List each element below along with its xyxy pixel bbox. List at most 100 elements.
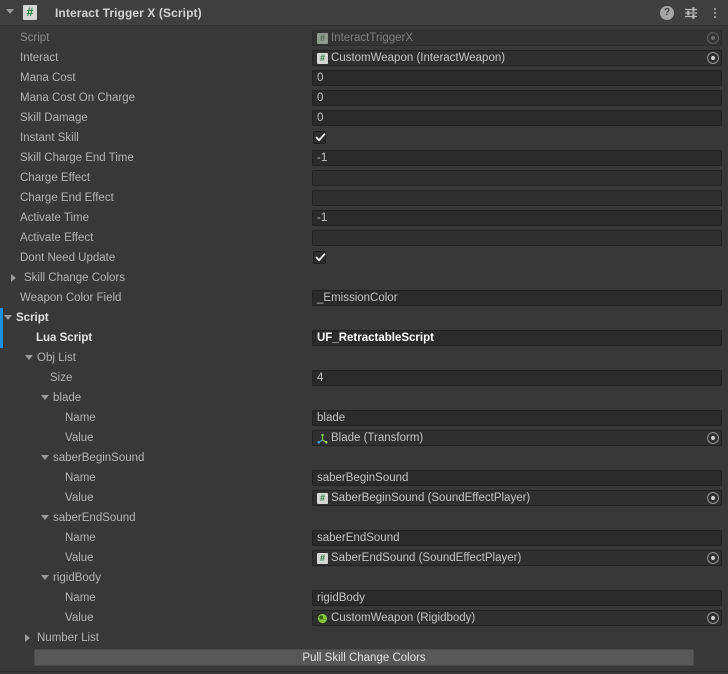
object-reference-field[interactable]: [312, 190, 722, 206]
property-row: Name blade: [0, 408, 728, 428]
property-row: Name saberEndSound: [0, 528, 728, 548]
field-value: -1: [317, 152, 328, 164]
field-value: saberEndSound: [317, 532, 400, 544]
object-picker-button[interactable]: [707, 552, 719, 564]
property-row: Value SaberBeginSound (SoundEffectPlayer): [0, 488, 728, 508]
property-label: Skill Charge End Time: [20, 152, 134, 164]
property-row: Mana Cost 0: [0, 68, 728, 88]
property-label: Name: [65, 592, 96, 604]
object-reference-field[interactable]: SaberEndSound (SoundEffectPlayer): [312, 550, 722, 566]
checkbox-toggle[interactable]: [313, 251, 326, 264]
property-label: Mana Cost: [20, 72, 76, 84]
chevron-right-icon[interactable]: [25, 634, 30, 642]
chevron-down-icon[interactable]: [41, 515, 49, 520]
property-row: Name saberBeginSound: [0, 468, 728, 488]
text-input-field[interactable]: blade: [312, 410, 722, 426]
field-value: UF_RetractableScript: [317, 332, 434, 344]
csharp-script-icon: [317, 552, 328, 564]
property-label: Value: [65, 612, 94, 624]
text-input-field[interactable]: UF_RetractableScript: [312, 330, 722, 346]
property-row: Charge Effect: [0, 168, 728, 188]
property-row: Name rigidBody: [0, 588, 728, 608]
property-row: Skill Damage 0: [0, 108, 728, 128]
property-row: Lua Script UF_RetractableScript: [0, 328, 728, 348]
text-input-field[interactable]: -1: [312, 210, 722, 226]
property-label: blade: [53, 392, 82, 404]
property-label: Skill Change Colors: [24, 272, 125, 284]
property-row: rigidBody: [0, 568, 728, 588]
pull-skill-change-colors-button[interactable]: Pull Skill Change Colors: [34, 649, 694, 666]
transform-icon: [317, 433, 328, 444]
text-input-field[interactable]: 0: [312, 70, 722, 86]
property-row: blade: [0, 388, 728, 408]
rigidbody-icon: [317, 613, 328, 624]
text-input-field[interactable]: _EmissionColor: [312, 290, 722, 306]
object-reference-field[interactable]: SaberBeginSound (SoundEffectPlayer): [312, 490, 722, 506]
text-input-field[interactable]: 4: [312, 370, 722, 386]
object-reference-field[interactable]: CustomWeapon (InteractWeapon): [312, 50, 722, 66]
component-foldout-arrow[interactable]: [4, 6, 17, 19]
property-label: Charge End Effect: [20, 192, 114, 204]
object-reference-field[interactable]: InteractTriggerX: [312, 30, 722, 46]
property-label: Value: [65, 492, 94, 504]
object-picker-button[interactable]: [707, 52, 719, 64]
property-label: Size: [50, 372, 73, 384]
text-input-field[interactable]: -1: [312, 150, 722, 166]
property-row: Skill Change Colors: [0, 268, 728, 288]
field-value: 4: [317, 372, 324, 384]
property-row: Weapon Color Field _EmissionColor: [0, 288, 728, 308]
field-value: blade: [317, 412, 346, 424]
chevron-down-icon[interactable]: [41, 455, 49, 460]
chevron-down-icon[interactable]: [41, 395, 49, 400]
property-row: Dont Need Update: [0, 248, 728, 268]
object-picker-button[interactable]: [707, 612, 719, 624]
field-value: SaberBeginSound (SoundEffectPlayer): [331, 492, 531, 504]
header-tools: [660, 0, 722, 25]
property-label: Obj List: [37, 352, 76, 364]
preset-sliders-icon[interactable]: [684, 6, 698, 20]
object-picker-button[interactable]: [707, 32, 719, 44]
object-reference-field[interactable]: [312, 170, 722, 186]
chevron-right-icon[interactable]: [11, 274, 16, 282]
page-title: Interact Trigger X (Script): [55, 5, 202, 20]
field-value: 0: [317, 92, 324, 104]
property-label: Name: [65, 472, 96, 484]
property-label: Script: [20, 32, 50, 44]
property-row: Interact CustomWeapon (InteractWeapon): [0, 48, 728, 68]
field-value: -1: [317, 212, 328, 224]
property-row: Value CustomWeapon (Rigidbody): [0, 608, 728, 628]
property-row: Charge End Effect: [0, 188, 728, 208]
property-label: Number List: [37, 632, 99, 644]
property-label: Dont Need Update: [20, 252, 116, 264]
text-input-field[interactable]: 0: [312, 90, 722, 106]
property-label: saberBeginSound: [53, 452, 145, 464]
checkbox-toggle[interactable]: [313, 131, 326, 144]
kebab-menu-icon[interactable]: [708, 6, 722, 20]
property-label: Activate Effect: [20, 232, 94, 244]
field-value: CustomWeapon (InteractWeapon): [331, 52, 506, 64]
object-reference-field[interactable]: CustomWeapon (Rigidbody): [312, 610, 722, 626]
property-row: Script: [0, 308, 728, 328]
property-row: Obj List: [0, 348, 728, 368]
object-picker-button[interactable]: [707, 492, 719, 504]
csharp-script-icon: [23, 4, 37, 20]
property-row: saberBeginSound: [0, 448, 728, 468]
property-row: Number List: [0, 628, 728, 648]
text-input-field[interactable]: saberBeginSound: [312, 470, 722, 486]
property-label: Name: [65, 412, 96, 424]
component-header: Interact Trigger X (Script): [0, 0, 728, 26]
property-row: Activate Effect: [0, 228, 728, 248]
object-reference-field[interactable]: Blade (Transform): [312, 430, 722, 446]
help-icon[interactable]: [660, 5, 674, 20]
text-input-field[interactable]: rigidBody: [312, 590, 722, 606]
text-input-field[interactable]: 0: [312, 110, 722, 126]
chevron-down-icon[interactable]: [41, 575, 49, 580]
chevron-down-icon[interactable]: [25, 355, 33, 360]
object-reference-field[interactable]: [312, 230, 722, 246]
property-row: Activate Time -1: [0, 208, 728, 228]
object-picker-button[interactable]: [707, 432, 719, 444]
field-value: CustomWeapon (Rigidbody): [331, 612, 476, 624]
text-input-field[interactable]: saberEndSound: [312, 530, 722, 546]
chevron-down-icon[interactable]: [4, 315, 12, 320]
field-value: saberBeginSound: [317, 472, 409, 484]
